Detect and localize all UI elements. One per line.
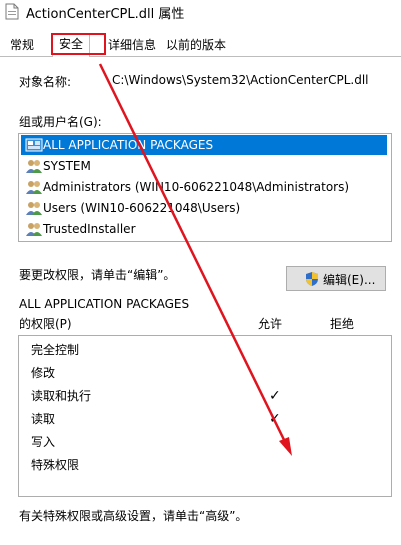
file-icon [5, 3, 19, 20]
group-item-all-application-packages[interactable]: ALL APPLICATION PACKAGES [21, 135, 387, 155]
uac-shield-icon [306, 272, 318, 286]
permission-label: 读取 [31, 412, 56, 426]
permissions-subject: ALL APPLICATION PACKAGES [19, 297, 190, 311]
group-item-label: ALL APPLICATION PACKAGES [43, 138, 214, 152]
permission-label: 完全控制 [31, 343, 80, 357]
groups-listbox[interactable]: ALL APPLICATION PACKAGES SYSTEM Administ… [18, 133, 392, 242]
object-name-label: 对象名称: [19, 75, 72, 89]
annotation-highlight-box [51, 33, 106, 55]
permission-row-modify: 修改 [31, 363, 381, 383]
group-item-administrators[interactable]: Administrators (WIN10-606221048\Administ… [21, 177, 387, 197]
group-item-users[interactable]: Users (WIN10-606221048\Users) [21, 198, 387, 218]
window-title: ActionCenterCPL.dll 属性 [26, 7, 185, 22]
users-icon [26, 181, 42, 194]
object-name-value: C:\Windows\System32\ActionCenterCPL.dll [112, 73, 369, 87]
packages-icon [25, 138, 43, 152]
users-icon [26, 202, 42, 215]
permission-row-full-control: 完全控制 [31, 340, 381, 360]
permission-label: 特殊权限 [31, 458, 80, 472]
group-item-trustedinstaller[interactable]: TrustedInstaller [21, 219, 387, 239]
permission-label: 写入 [31, 435, 56, 449]
change-permissions-hint: 要更改权限，请单击“编辑”。 [19, 268, 176, 282]
tab-details[interactable]: 详细信息 [102, 35, 162, 55]
permission-row-write: 写入 [31, 432, 381, 452]
group-item-system[interactable]: SYSTEM [21, 156, 387, 176]
title-bar: ActionCenterCPL.dll 属性 [0, 0, 401, 26]
deny-column-header: 拒绝 [330, 317, 355, 331]
allow-check: ✓ [269, 411, 281, 427]
tab-previous-versions[interactable]: 以前的版本 [160, 35, 232, 55]
allow-check: ✓ [269, 388, 281, 404]
allow-column-header: 允许 [258, 317, 283, 331]
group-item-label: Administrators (WIN10-606221048\Administ… [43, 180, 350, 194]
edit-button[interactable]: 编辑(E)... [286, 266, 386, 291]
tab-general[interactable]: 常规 [4, 35, 40, 55]
permission-row-read: 读取 ✓ [31, 409, 381, 429]
permissions-list: 完全控制 修改 读取和执行 ✓ 读取 ✓ 写入 特殊权限 [18, 335, 392, 497]
group-item-label: Users (WIN10-606221048\Users) [43, 201, 241, 215]
users-icon [26, 160, 42, 173]
permission-label: 读取和执行 [31, 389, 92, 403]
permissions-for-label: 的权限(P) [19, 317, 72, 331]
users-icon [26, 223, 42, 236]
edit-button-label: 编辑(E)... [323, 273, 376, 287]
permission-label: 修改 [31, 366, 56, 380]
advanced-settings-hint: 有关特殊权限或高级设置，请单击“高级”。 [19, 509, 248, 523]
permission-row-read-execute: 读取和执行 ✓ [31, 386, 381, 406]
group-item-label: SYSTEM [43, 159, 91, 173]
group-item-label: TrustedInstaller [43, 222, 136, 236]
permission-row-special: 特殊权限 [31, 455, 381, 475]
groups-label: 组或用户名(G): [19, 115, 102, 129]
